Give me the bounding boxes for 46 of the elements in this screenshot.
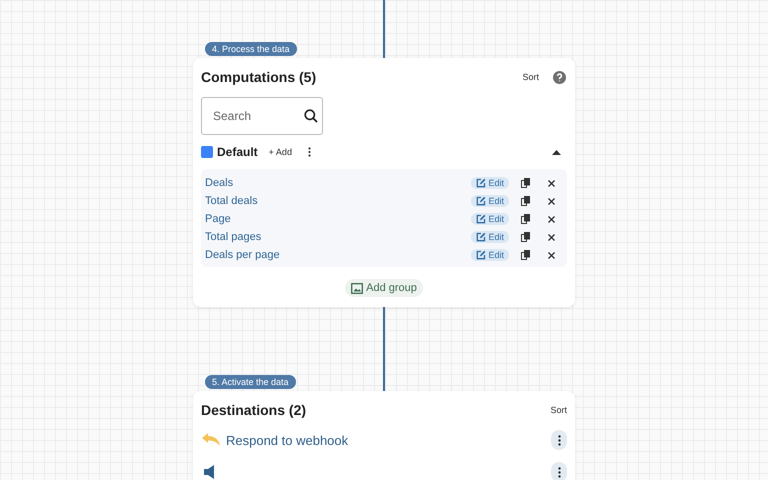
more-button[interactable] [551, 430, 567, 450]
copy-icon[interactable] [521, 250, 530, 260]
copy-icon[interactable] [521, 178, 530, 188]
add-image-icon [351, 282, 364, 294]
collapse-icon[interactable] [552, 150, 561, 154]
edit-icon [476, 178, 486, 188]
step-badge: 4. Process the data [205, 42, 297, 56]
close-icon[interactable] [548, 198, 555, 204]
edit-button[interactable]: Edit [471, 249, 509, 261]
search-field[interactable]: Search [201, 97, 323, 135]
edit-icon [476, 214, 486, 224]
more-icon[interactable] [308, 147, 311, 157]
copy-icon[interactable] [521, 196, 530, 206]
copy-icon[interactable] [521, 232, 530, 242]
edit-icon [476, 232, 486, 242]
group-name: Default [217, 145, 258, 159]
more-icon [558, 434, 560, 446]
sort-button[interactable]: Sort [550, 405, 567, 415]
copy-icon[interactable] [521, 214, 530, 224]
add-button[interactable]: + Add [264, 147, 301, 157]
destination-link[interactable]: Respond to webhook [226, 432, 348, 448]
edit-icon [476, 196, 486, 206]
sort-button[interactable]: Sort [522, 72, 539, 82]
edit-button[interactable]: Edit [471, 195, 509, 207]
step-badge: 5. Activate the data [205, 375, 296, 389]
edit-button[interactable]: Edit [471, 177, 509, 189]
more-button[interactable] [551, 462, 567, 480]
card-title: Destinations (2) [201, 402, 306, 418]
computation-link[interactable]: Total pages [205, 231, 262, 243]
help-icon[interactable] [553, 70, 566, 84]
computation-link[interactable]: Page [205, 213, 231, 225]
add-group-button[interactable]: Add group [345, 279, 423, 297]
card-title: Computations (5) [201, 69, 316, 85]
computation-link[interactable]: Deals [205, 177, 234, 189]
edit-button[interactable]: Edit [471, 213, 509, 225]
computation-link[interactable]: Deals per page [205, 249, 280, 261]
close-icon[interactable] [548, 216, 555, 222]
search-icon [304, 109, 318, 123]
close-icon[interactable] [548, 234, 555, 240]
edit-icon [476, 250, 486, 260]
close-icon[interactable] [548, 180, 555, 186]
reply-arrow-icon [202, 433, 220, 447]
computation-link[interactable]: Total deals [205, 195, 258, 207]
more-icon [558, 466, 560, 478]
close-icon[interactable] [548, 252, 555, 258]
edit-button[interactable]: Edit [471, 231, 509, 243]
